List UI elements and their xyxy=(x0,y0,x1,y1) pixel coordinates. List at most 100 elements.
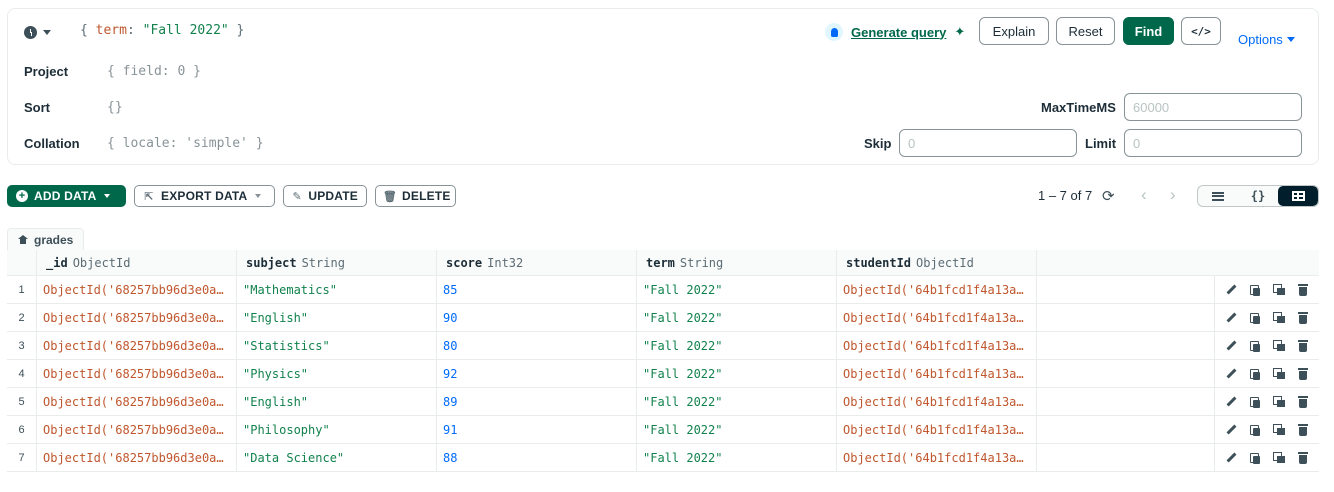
student-id-cell[interactable]: ObjectId('64b1fcd1f4a13a… xyxy=(837,304,1037,331)
edit-icon[interactable] xyxy=(1225,396,1237,408)
score-cell[interactable]: 90 xyxy=(437,304,637,331)
score-cell[interactable]: 88 xyxy=(437,444,637,471)
term-cell[interactable]: "Fall 2022" xyxy=(637,444,837,471)
clone-icon[interactable] xyxy=(1273,311,1285,324)
edit-icon[interactable] xyxy=(1225,284,1237,296)
trash-icon[interactable] xyxy=(1297,311,1309,324)
copy-icon[interactable] xyxy=(1249,368,1261,380)
table-view-button[interactable] xyxy=(1278,186,1318,206)
filter-input[interactable]: { term: "Fall 2022" } xyxy=(80,23,244,38)
trash-icon[interactable] xyxy=(1297,423,1309,436)
export-data-button[interactable]: ⇱ EXPORT DATA xyxy=(134,185,275,207)
list-view-button[interactable] xyxy=(1198,186,1238,206)
maxtime-input[interactable] xyxy=(1124,93,1302,121)
explain-button[interactable]: Explain xyxy=(979,17,1049,45)
delete-button[interactable]: 🗑 DELETE xyxy=(375,185,456,207)
find-button[interactable]: Find xyxy=(1123,17,1174,45)
student-id-cell[interactable]: ObjectId('64b1fcd1f4a13a… xyxy=(837,444,1037,471)
student-id-cell[interactable]: ObjectId('64b1fcd1f4a13a… xyxy=(837,332,1037,359)
trash-icon[interactable] xyxy=(1297,283,1309,296)
term-cell[interactable]: "Fall 2022" xyxy=(637,360,837,387)
edit-icon[interactable] xyxy=(1225,312,1237,324)
edit-icon[interactable] xyxy=(1225,368,1237,380)
clone-icon[interactable] xyxy=(1273,451,1285,464)
table-row[interactable]: 4 ObjectId('68257bb96d3e0a… "Physics" 92 "Fa… xyxy=(7,360,1319,388)
term-cell[interactable]: "Fall 2022" xyxy=(637,276,837,303)
id-cell[interactable]: ObjectId('68257bb96d3e0a… xyxy=(37,304,237,331)
project-input[interactable]: { field: 0 } xyxy=(107,64,201,79)
trash-icon[interactable] xyxy=(1297,395,1309,408)
copy-icon[interactable] xyxy=(1249,340,1261,352)
term-cell[interactable]: "Fall 2022" xyxy=(637,332,837,359)
copy-icon[interactable] xyxy=(1249,424,1261,436)
id-cell[interactable]: ObjectId('68257bb96d3e0a… xyxy=(37,276,237,303)
table-row[interactable]: 3 ObjectId('68257bb96d3e0a… "Statistics" 80… xyxy=(7,332,1319,360)
edit-icon[interactable] xyxy=(1225,340,1237,352)
subject-cell[interactable]: "Physics" xyxy=(237,360,437,387)
column-header[interactable]: term String xyxy=(637,250,837,275)
trash-icon[interactable] xyxy=(1297,451,1309,464)
id-cell[interactable]: ObjectId('68257bb96d3e0a… xyxy=(37,388,237,415)
term-cell[interactable]: "Fall 2022" xyxy=(637,304,837,331)
subject-cell[interactable]: "Statistics" xyxy=(237,332,437,359)
generate-query-link[interactable]: Generate query xyxy=(851,25,946,40)
student-id-cell[interactable]: ObjectId('64b1fcd1f4a13a… xyxy=(837,388,1037,415)
trash-icon[interactable] xyxy=(1297,339,1309,352)
subject-cell[interactable]: "English" xyxy=(237,304,437,331)
column-header[interactable]: score Int32 xyxy=(437,250,637,275)
options-toggle[interactable]: Options xyxy=(1238,32,1295,47)
score-cell[interactable]: 85 xyxy=(437,276,637,303)
score-cell[interactable]: 92 xyxy=(437,360,637,387)
table-row[interactable]: 5 ObjectId('68257bb96d3e0a… "English" 89 "Fa… xyxy=(7,388,1319,416)
term-cell[interactable]: "Fall 2022" xyxy=(637,416,837,443)
student-id-cell[interactable]: ObjectId('64b1fcd1f4a13a… xyxy=(837,276,1037,303)
clone-icon[interactable] xyxy=(1273,423,1285,436)
query-history-button[interactable] xyxy=(24,24,54,40)
clone-icon[interactable] xyxy=(1273,395,1285,408)
code-view-button[interactable]: </> xyxy=(1181,17,1221,45)
collation-input[interactable]: { locale: 'simple' } xyxy=(107,136,264,151)
edit-icon[interactable] xyxy=(1225,424,1237,436)
skip-input[interactable] xyxy=(899,129,1077,157)
id-cell[interactable]: ObjectId('68257bb96d3e0a… xyxy=(37,360,237,387)
table-row[interactable]: 2 ObjectId('68257bb96d3e0a… "English" 90 "Fa… xyxy=(7,304,1319,332)
next-page-icon[interactable]: › xyxy=(1170,185,1176,205)
update-button[interactable]: ✎ UPDATE xyxy=(283,185,367,207)
id-cell[interactable]: ObjectId('68257bb96d3e0a… xyxy=(37,332,237,359)
edit-icon[interactable] xyxy=(1225,452,1237,464)
student-id-cell[interactable]: ObjectId('64b1fcd1f4a13a… xyxy=(837,416,1037,443)
reset-button[interactable]: Reset xyxy=(1056,17,1115,45)
column-header[interactable]: studentId ObjectId xyxy=(837,250,1037,275)
score-cell[interactable]: 80 xyxy=(437,332,637,359)
clone-icon[interactable] xyxy=(1273,367,1285,380)
refresh-icon[interactable]: ⟳ xyxy=(1102,187,1115,205)
copy-icon[interactable] xyxy=(1249,396,1261,408)
student-id-cell[interactable]: ObjectId('64b1fcd1f4a13a… xyxy=(837,360,1037,387)
column-header[interactable]: _id ObjectId xyxy=(37,250,237,275)
table-row[interactable]: 1 ObjectId('68257bb96d3e0a… "Mathematics" 8… xyxy=(7,276,1319,304)
copy-icon[interactable] xyxy=(1249,284,1261,296)
score-cell[interactable]: 89 xyxy=(437,388,637,415)
collection-breadcrumb[interactable]: grades xyxy=(7,228,85,250)
copy-icon[interactable] xyxy=(1249,452,1261,464)
id-cell[interactable]: ObjectId('68257bb96d3e0a… xyxy=(37,444,237,471)
copy-icon[interactable] xyxy=(1249,312,1261,324)
sort-input[interactable]: {} xyxy=(107,100,123,115)
column-header[interactable]: subject String xyxy=(237,250,437,275)
previous-page-icon[interactable]: ‹ xyxy=(1141,185,1147,205)
add-data-button[interactable]: + ADD DATA xyxy=(7,185,126,207)
clone-icon[interactable] xyxy=(1273,339,1285,352)
subject-cell[interactable]: "Data Science" xyxy=(237,444,437,471)
id-cell[interactable]: ObjectId('68257bb96d3e0a… xyxy=(37,416,237,443)
clone-icon[interactable] xyxy=(1273,283,1285,296)
table-row[interactable]: 7 ObjectId('68257bb96d3e0a… "Data Science"… xyxy=(7,444,1319,472)
json-view-button[interactable]: {} xyxy=(1238,186,1278,206)
subject-cell[interactable]: "Mathematics" xyxy=(237,276,437,303)
limit-input[interactable] xyxy=(1124,129,1302,157)
subject-cell[interactable]: "English" xyxy=(237,388,437,415)
score-cell[interactable]: 91 xyxy=(437,416,637,443)
trash-icon[interactable] xyxy=(1297,367,1309,380)
table-row[interactable]: 6 ObjectId('68257bb96d3e0a… "Philosophy" 91… xyxy=(7,416,1319,444)
term-cell[interactable]: "Fall 2022" xyxy=(637,388,837,415)
subject-cell[interactable]: "Philosophy" xyxy=(237,416,437,443)
